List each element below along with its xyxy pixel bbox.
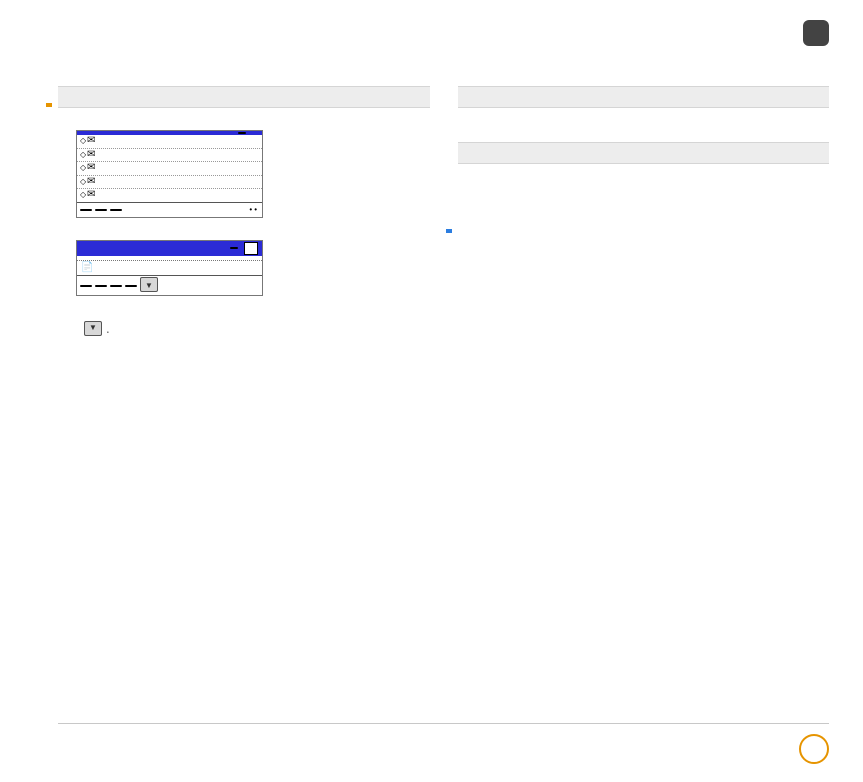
list-item[interactable]: ◇✉ bbox=[77, 188, 262, 202]
header-icon[interactable] bbox=[244, 242, 258, 255]
activity-dots-icon[interactable]: •• bbox=[249, 205, 259, 215]
mail-icon: ✉ bbox=[87, 189, 100, 202]
mail-icon: ✉ bbox=[87, 135, 100, 148]
list-item[interactable]: ◇✉ bbox=[77, 148, 262, 162]
tip-callout-inbox-dots bbox=[58, 86, 430, 108]
step-text: . bbox=[84, 318, 430, 340]
message-list: ◇✉ ◇✉ ◇✉ ◇✉ ◇✉ bbox=[77, 135, 262, 202]
did-you-know-callout bbox=[458, 142, 830, 164]
attachment-row[interactable]: 📄 bbox=[77, 260, 262, 276]
mail-icon: ✉ bbox=[87, 176, 100, 189]
done-button[interactable] bbox=[80, 285, 92, 287]
page: ◇✉ ◇✉ ◇✉ ◇✉ ◇✉ •• bbox=[0, 0, 863, 782]
list-item[interactable]: ◇✉ bbox=[77, 135, 262, 148]
callout-accent-bar bbox=[446, 229, 452, 233]
running-footer bbox=[58, 723, 829, 764]
screenshot-titlebar bbox=[77, 241, 262, 256]
callout-accent-bar bbox=[46, 103, 52, 107]
running-header bbox=[58, 20, 829, 46]
message-counter[interactable] bbox=[238, 132, 246, 134]
mail-icon: ✉ bbox=[87, 162, 100, 175]
page-number bbox=[799, 734, 829, 764]
reply-button[interactable] bbox=[95, 285, 107, 287]
more-icon[interactable] bbox=[140, 277, 158, 292]
delete-button[interactable] bbox=[125, 285, 137, 287]
more-icon bbox=[84, 321, 102, 336]
mail-icon: ✉ bbox=[87, 149, 100, 162]
screenshot-message-view: 📄 bbox=[76, 240, 263, 297]
new-button[interactable] bbox=[80, 209, 92, 211]
get-button[interactable] bbox=[95, 209, 107, 211]
left-column: ◇✉ ◇✉ ◇✉ ◇✉ ◇✉ •• bbox=[58, 86, 430, 346]
right-column bbox=[458, 86, 830, 346]
fwd-button[interactable] bbox=[110, 285, 122, 287]
step-number bbox=[58, 318, 70, 340]
screenshot-inbox-list: ◇✉ ◇✉ ◇✉ ◇✉ ◇✉ •• bbox=[76, 130, 263, 218]
attachment-icon: 📄 bbox=[81, 262, 93, 275]
screenshot-toolbar bbox=[77, 275, 262, 295]
list-item[interactable]: ◇✉ bbox=[77, 161, 262, 175]
screenshot-toolbar: •• bbox=[77, 202, 262, 217]
two-column-layout: ◇✉ ◇✉ ◇✉ ◇✉ ◇✉ •• bbox=[58, 86, 829, 346]
chapter-number-badge bbox=[803, 20, 829, 46]
step-3: . bbox=[58, 318, 430, 340]
sort-button[interactable] bbox=[110, 209, 122, 211]
message-position[interactable] bbox=[230, 247, 238, 249]
tip-callout-scroll-arrows bbox=[458, 86, 830, 108]
list-item[interactable]: ◇✉ bbox=[77, 175, 262, 189]
